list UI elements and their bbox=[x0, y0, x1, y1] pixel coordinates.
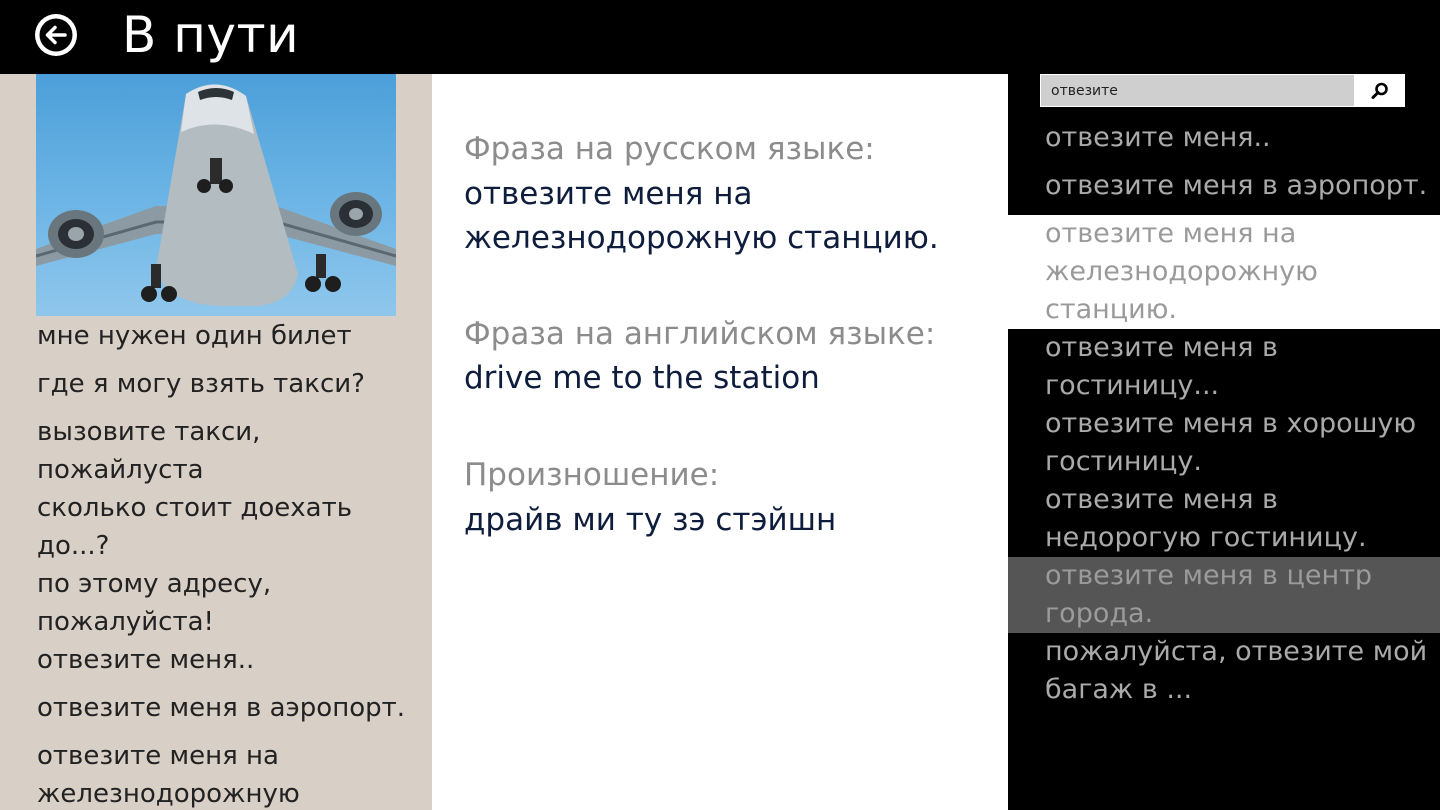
search-pane: отвезите меня.. отвезите меня в аэропорт… bbox=[1008, 74, 1440, 810]
pronunciation-value: драйв ми ту зэ стэйшн bbox=[464, 502, 837, 538]
russian-phrase-label: Фраза на русском языке: bbox=[464, 131, 875, 167]
english-phrase-value: drive me to the station bbox=[464, 360, 820, 396]
search-result-item[interactable]: отвезите меня на железнодорожную станцию… bbox=[1008, 215, 1440, 329]
page-title: В пути bbox=[122, 6, 300, 64]
phrase-detail: Фраза на русском языке: отвезите меня на… bbox=[432, 74, 1008, 810]
search-result-item[interactable]: отвезите меня в гостиницу... bbox=[1008, 329, 1440, 405]
app-header: В пути bbox=[0, 0, 1440, 74]
list-item[interactable]: где я могу взять такси? bbox=[37, 365, 427, 403]
back-button[interactable] bbox=[35, 14, 77, 56]
airplane-photo bbox=[36, 74, 396, 316]
list-item[interactable]: мне нужен один билет bbox=[37, 317, 427, 355]
search-result-item[interactable]: пожалуйста, отвезите мой багаж в ... bbox=[1008, 633, 1440, 709]
search-input[interactable] bbox=[1040, 74, 1355, 107]
list-item[interactable]: вызовите такси, пожайлуста bbox=[37, 413, 427, 489]
phrase-sidebar: мне нужен один билет где я могу взять та… bbox=[0, 74, 432, 810]
list-item[interactable]: отвезите меня в аэропорт. bbox=[37, 689, 427, 727]
list-item[interactable]: отвезите меня.. bbox=[37, 641, 427, 679]
russian-phrase-value: отвезите меня на железнодорожную станцию… bbox=[464, 176, 939, 256]
phrase-list: мне нужен один билет где я могу взять та… bbox=[37, 317, 427, 810]
back-arrow-icon bbox=[37, 16, 75, 54]
search-result-item[interactable]: отвезите меня в недорогую гостиницу. bbox=[1008, 481, 1440, 557]
list-item[interactable]: по этому адресу, пожалуйста! bbox=[37, 565, 427, 641]
search-result-item[interactable]: отвезите меня в хорошую гостиницу. bbox=[1008, 405, 1440, 481]
search-result-item[interactable]: отвезите меня в аэропорт. bbox=[1008, 167, 1440, 215]
search-button[interactable] bbox=[1355, 74, 1405, 107]
english-phrase-label: Фраза на английском языке: bbox=[464, 316, 936, 352]
search-result-item[interactable]: отвезите меня в центр города. bbox=[1008, 557, 1440, 633]
search-result-item[interactable]: отвезите меня.. bbox=[1008, 119, 1440, 167]
pronunciation-label: Произношение: bbox=[464, 457, 720, 493]
list-item[interactable]: сколько стоит доехать до...? bbox=[37, 489, 427, 565]
search-icon bbox=[1371, 82, 1388, 99]
search-results-list: отвезите меня.. отвезите меня в аэропорт… bbox=[1008, 119, 1440, 709]
list-item[interactable]: отвезите меня на железнодорожную bbox=[37, 737, 427, 810]
